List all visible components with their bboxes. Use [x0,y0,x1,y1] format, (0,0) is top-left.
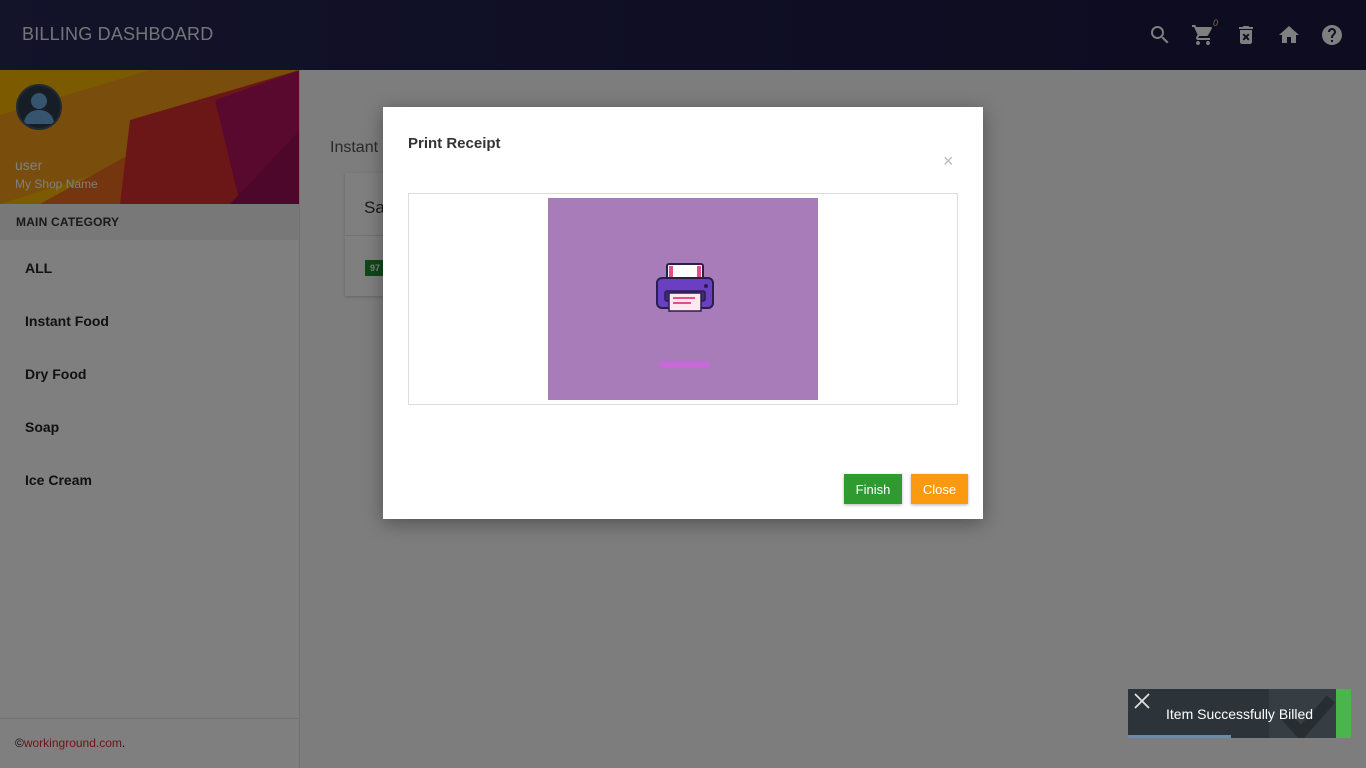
success-toast: Item Successfully Billed [1128,689,1351,738]
close-button[interactable]: Close [911,474,968,504]
toast-status-stripe [1336,689,1351,738]
modal-close-icon[interactable]: × [943,152,954,170]
toast-progress-bar [1128,735,1231,738]
finish-button[interactable]: Finish [844,474,902,504]
printing-animation [548,198,818,400]
toast-message: Item Successfully Billed [1166,706,1314,722]
modal-title: Print Receipt [408,135,501,152]
loading-bar [659,361,710,368]
print-receipt-modal: Print Receipt × Finish Close [383,107,983,519]
toast-close-icon[interactable] [1133,692,1151,710]
printer-icon [656,263,714,312]
receipt-preview-frame [408,193,958,405]
